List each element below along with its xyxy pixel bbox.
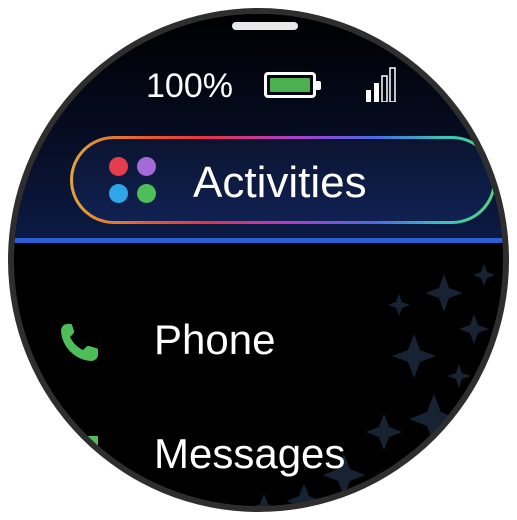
watch-bezel: 100% Activities Phone Messages bbox=[8, 8, 509, 512]
menu-item-label: Messages bbox=[154, 430, 346, 477]
battery-fill bbox=[270, 78, 310, 92]
header-divider bbox=[14, 238, 503, 243]
scroll-indicator bbox=[232, 22, 298, 30]
battery-icon bbox=[264, 72, 321, 98]
phone-icon bbox=[61, 324, 98, 361]
battery-percentage: 100% bbox=[146, 67, 233, 105]
activities-label: Activities bbox=[193, 158, 367, 207]
menu-item-label: Phone bbox=[154, 316, 276, 363]
menu-item-phone[interactable]: Phone bbox=[14, 304, 503, 374]
watch-screen: 100% Activities Phone Messages bbox=[14, 14, 503, 506]
activities-button[interactable]: Activities bbox=[70, 136, 496, 224]
activities-icon bbox=[109, 157, 161, 207]
message-icon bbox=[62, 436, 98, 474]
signal-strength-icon bbox=[366, 67, 396, 102]
menu-item-messages[interactable]: Messages bbox=[14, 414, 503, 484]
